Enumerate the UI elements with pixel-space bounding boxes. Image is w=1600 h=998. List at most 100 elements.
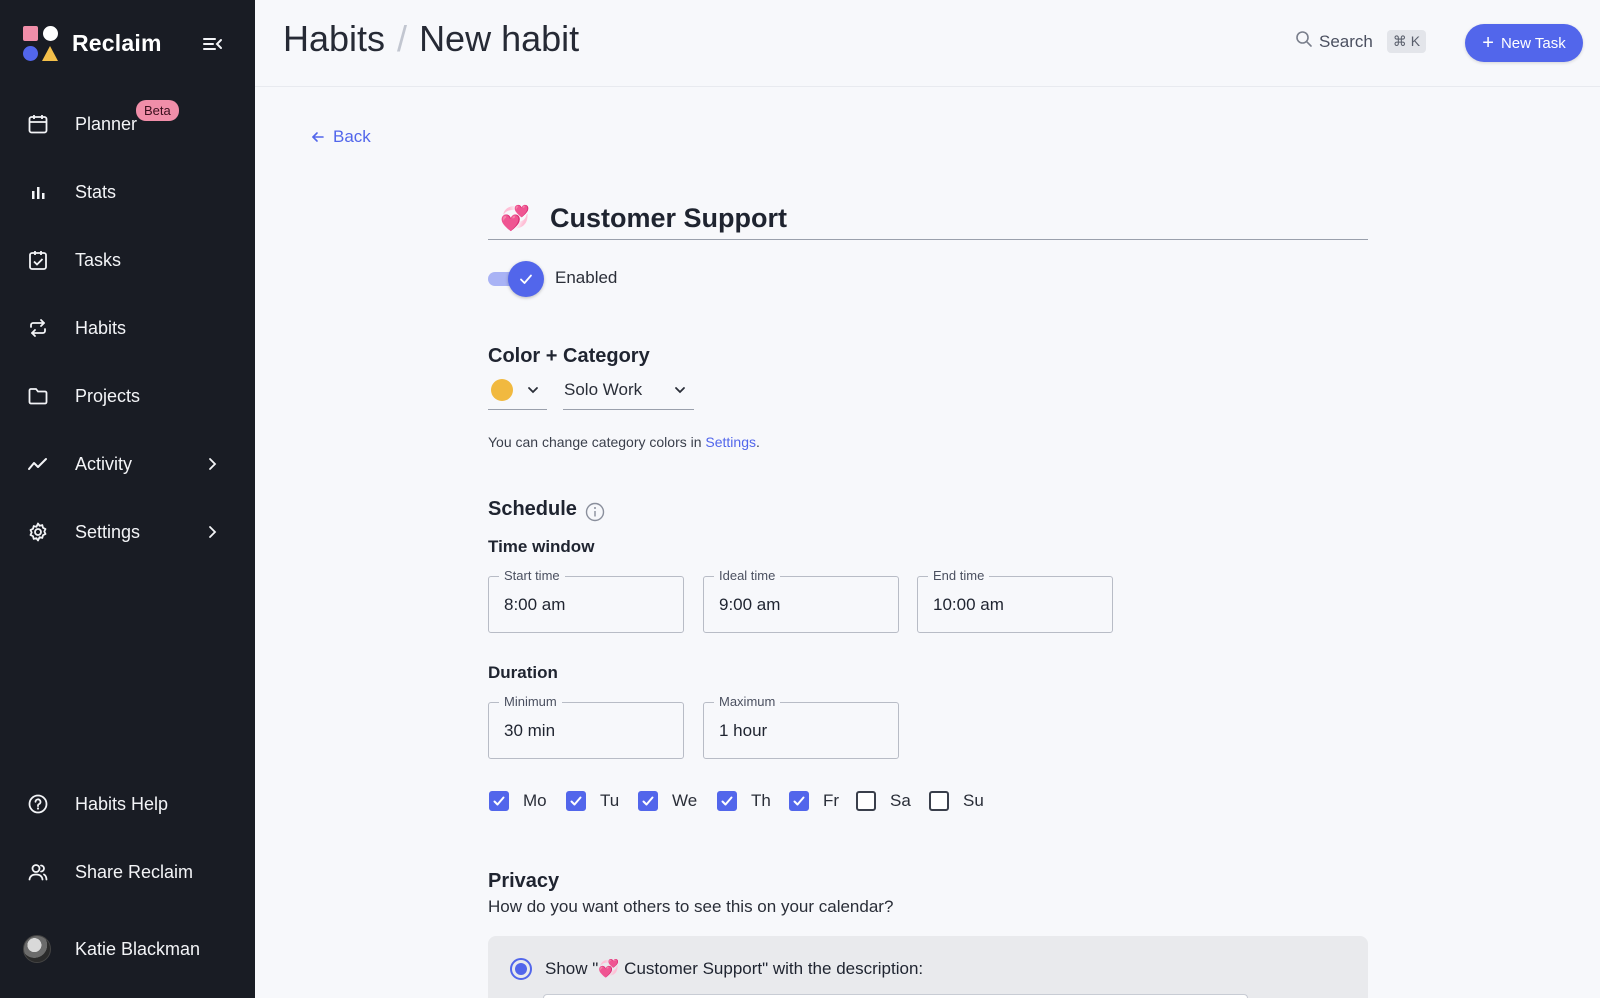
user-profile[interactable]: Katie Blackman	[23, 935, 200, 963]
duration-minimum-field[interactable]: Minimum 30 min	[488, 694, 684, 759]
sidebar-item-share-reclaim[interactable]: Share Reclaim	[0, 848, 255, 896]
day-checkbox-th[interactable]: Th	[717, 786, 771, 816]
field-label: End time	[928, 568, 990, 583]
sidebar-item-stats[interactable]: Stats	[0, 168, 255, 216]
day-label: Su	[963, 791, 984, 810]
info-icon[interactable]	[585, 502, 605, 522]
enabled-toggle[interactable]	[488, 261, 544, 297]
breadcrumb-habits[interactable]: Habits	[283, 18, 385, 60]
end-time-field[interactable]: End time 10:00 am	[917, 568, 1113, 633]
sidebar-item-planner[interactable]: Planner	[0, 100, 255, 148]
radio-selected-icon[interactable]	[510, 958, 532, 980]
start-time-field[interactable]: Start time 8:00 am	[488, 568, 684, 633]
beta-badge: Beta	[136, 100, 179, 121]
top-header: Habits / New habit Search ⌘ K + New Task	[255, 0, 1600, 87]
field-value: 30 min	[504, 721, 556, 740]
search-shortcut: ⌘ K	[1386, 30, 1427, 53]
new-task-button[interactable]: + New Task	[1465, 24, 1583, 62]
habit-emoji-picker[interactable]: 💞	[500, 204, 530, 233]
brand[interactable]: Reclaim	[23, 25, 162, 61]
chevron-down-icon	[526, 383, 540, 402]
color-category-heading: Color + Category	[488, 345, 650, 367]
day-checkbox-mo[interactable]: Mo	[489, 786, 547, 816]
hint-text: You can change category colors in	[488, 434, 706, 450]
field-value: 9:00 am	[719, 595, 781, 614]
day-label: Tu	[600, 791, 620, 810]
field-value: 8:00 am	[504, 595, 566, 614]
brand-name: Reclaim	[72, 29, 162, 56]
chevron-down-icon	[673, 383, 687, 402]
sidebar-item-label: Stats	[75, 181, 117, 202]
enabled-label: Enabled	[555, 268, 618, 287]
arrow-left-icon	[312, 132, 324, 142]
color-swatch	[491, 379, 513, 401]
day-checkbox-su[interactable]: Su	[929, 786, 984, 816]
day-label: Mo	[523, 791, 547, 810]
day-checkbox-sa[interactable]: Sa	[856, 786, 911, 816]
day-checkbox-tu[interactable]: Tu	[566, 786, 619, 816]
search-icon	[1295, 30, 1313, 53]
repeat-icon	[26, 316, 50, 340]
sidebar-item-label: Habits	[75, 317, 127, 338]
sidebar-item-activity[interactable]: Activity	[0, 440, 255, 488]
sidebar-item-label: Projects	[75, 385, 141, 406]
sidebar-item-projects[interactable]: Projects	[0, 372, 255, 420]
toggle-knob	[508, 261, 544, 297]
description-input[interactable]	[543, 994, 1248, 998]
sidebar-item-label: Share Reclaim	[75, 861, 194, 882]
sidebar-item-label: Settings	[75, 521, 141, 542]
search-label: Search	[1319, 31, 1373, 51]
privacy-question: How do you want others to see this on yo…	[488, 897, 894, 916]
back-link[interactable]: Back	[311, 127, 371, 147]
search-button[interactable]: Search ⌘ K	[1295, 30, 1427, 53]
day-checkbox-fr[interactable]: Fr	[789, 786, 839, 816]
duration-heading: Duration	[488, 663, 558, 682]
checkbox-checked-icon	[638, 791, 658, 811]
chevron-right-icon	[203, 523, 221, 541]
day-checkbox-we[interactable]: We	[638, 786, 697, 816]
check-icon	[520, 274, 532, 284]
checkbox-checked-icon	[489, 791, 509, 811]
time-window-heading: Time window	[488, 537, 595, 556]
field-label: Minimum	[499, 694, 562, 709]
privacy-option-card[interactable]: Show "💞 Customer Support" with the descr…	[488, 936, 1368, 998]
checkbox-checked-icon	[566, 791, 586, 811]
new-task-label: New Task	[1500, 34, 1566, 52]
sidebar-item-label: Tasks	[75, 249, 122, 270]
sidebar-item-habits-help[interactable]: Habits Help	[0, 780, 255, 828]
ideal-time-field[interactable]: Ideal time 9:00 am	[703, 568, 899, 633]
sidebar-item-tasks[interactable]: Tasks	[0, 236, 255, 284]
folder-icon	[26, 384, 50, 408]
category-hint: You can change category colors in Settin…	[488, 434, 760, 450]
gear-icon	[26, 520, 50, 544]
bar-chart-icon	[26, 180, 50, 204]
field-label: Ideal time	[714, 568, 781, 583]
checkbox-unchecked-icon	[929, 791, 949, 811]
checkbox-checked-icon	[717, 791, 737, 811]
sidebar-item-settings[interactable]: Settings	[0, 508, 255, 556]
back-label: Back	[333, 127, 371, 146]
day-label: We	[672, 791, 698, 810]
breadcrumb: Habits / New habit	[283, 18, 579, 60]
field-label: Start time	[499, 568, 565, 583]
habit-title: Customer Support	[550, 202, 788, 233]
field-value: 1 hour	[719, 721, 768, 740]
habit-title-input[interactable]: 💞 Customer Support	[488, 197, 1368, 240]
avatar	[23, 935, 51, 963]
collapse-sidebar-icon[interactable]	[202, 33, 224, 55]
category-value: Solo Work	[564, 380, 643, 399]
color-select[interactable]	[488, 373, 547, 410]
settings-link[interactable]: Settings	[705, 434, 756, 450]
day-label: Th	[751, 791, 771, 810]
privacy-option-label: Show "💞 Customer Support" with the descr…	[545, 959, 924, 978]
sidebar-item-label: Habits Help	[75, 793, 169, 814]
duration-maximum-field[interactable]: Maximum 1 hour	[703, 694, 899, 759]
category-select[interactable]: Solo Work	[563, 373, 694, 410]
checkbox-unchecked-icon	[856, 791, 876, 811]
page-title: New habit	[419, 18, 580, 59]
checkbox-checked-icon	[789, 791, 809, 811]
field-value: 10:00 am	[933, 595, 1004, 614]
sidebar-item-habits[interactable]: Habits	[0, 304, 255, 352]
day-label: Fr	[823, 791, 840, 810]
plus-icon: +	[1482, 32, 1494, 54]
